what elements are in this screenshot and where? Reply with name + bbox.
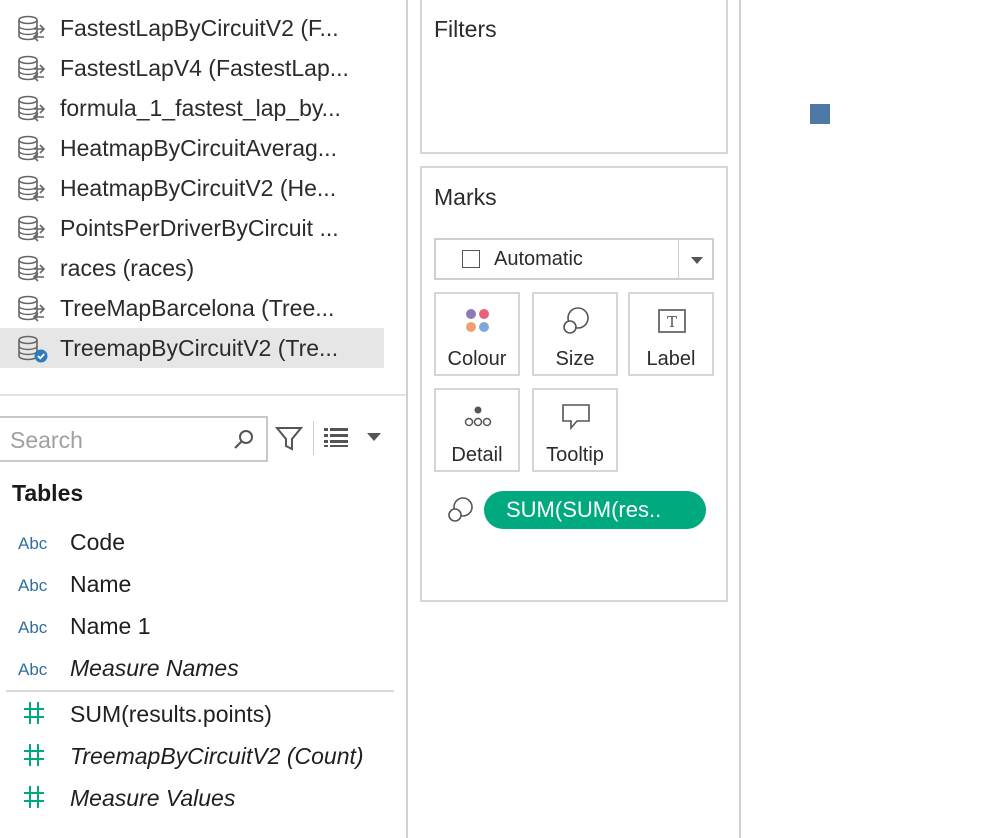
field-name: Name	[70, 571, 132, 597]
treemap-mark[interactable]	[810, 104, 830, 124]
divider	[6, 690, 394, 692]
data-source-label: FastestLapByCircuitV2 (F...	[60, 15, 339, 41]
active-data-source-icon	[18, 335, 48, 363]
detail-label: Detail	[451, 444, 503, 466]
field-name: Name 1	[70, 613, 151, 639]
field-dimension[interactable]: Abc Code	[0, 522, 400, 562]
data-source-label: TreemapByCircuitV2 (Tre...	[60, 335, 339, 361]
tooltip-icon	[562, 404, 590, 431]
field-name: Code	[70, 529, 125, 555]
abc-type-icon: Abc	[18, 576, 48, 595]
tooltip-button[interactable]: Tooltip	[532, 388, 618, 472]
view-canvas[interactable]	[741, 0, 1000, 838]
label-label: Label	[646, 348, 696, 370]
detail-button[interactable]: Detail	[434, 388, 520, 472]
search-input[interactable]	[10, 424, 220, 456]
tooltip-label: Tooltip	[546, 444, 604, 466]
chevron-down-icon[interactable]	[688, 254, 706, 266]
colour-label: Colour	[447, 348, 507, 370]
label-button[interactable]: T Label	[628, 292, 714, 376]
colour-icon	[466, 309, 489, 332]
data-source-label: PointsPerDriverByCircuit ...	[60, 215, 339, 241]
field-measure[interactable]: TreemapByCircuitV2 (Count)	[0, 736, 400, 776]
filters-title: Filters	[434, 16, 497, 42]
data-source-item[interactable]: HeatmapByCircuitAverag...	[0, 128, 384, 168]
size-label: Size	[555, 348, 595, 370]
mark-type-square-icon	[462, 250, 480, 268]
data-source-label: races (races)	[60, 255, 195, 281]
field-dimension[interactable]: Abc Measure Names	[0, 648, 400, 688]
marks-card: Marks	[420, 166, 728, 602]
list-view-icon[interactable]	[322, 425, 350, 449]
measure-type-icon	[24, 744, 44, 766]
detail-icon	[464, 406, 492, 427]
size-measure-pill[interactable]: SUM(SUM(res..	[484, 491, 706, 529]
abc-type-icon: Abc	[18, 660, 48, 679]
field-measure[interactable]: Measure Values	[0, 778, 400, 818]
svg-text:T: T	[667, 313, 677, 331]
data-source-item[interactable]: PointsPerDriverByCircuit ...	[0, 208, 384, 248]
field-measure[interactable]: SUM(results.points)	[0, 694, 400, 734]
data-source-label: HeatmapByCircuitV2 (He...	[60, 175, 337, 201]
filters-shelf[interactable]: Filters	[420, 0, 728, 154]
data-source-item-selected[interactable]: TreemapByCircuitV2 (Tre...	[0, 328, 384, 368]
data-source-item[interactable]: races (races)	[0, 248, 384, 288]
data-source-label: formula_1_fastest_lap_by...	[60, 95, 341, 121]
data-source-item[interactable]: formula_1_fastest_lap_by...	[0, 88, 384, 128]
filter-icon[interactable]	[274, 424, 304, 452]
label-icon: T	[658, 309, 686, 333]
data-source-item[interactable]: HeatmapByCircuitV2 (He...	[0, 168, 384, 208]
abc-type-icon: Abc	[18, 618, 48, 637]
data-source-icon	[18, 295, 46, 322]
data-pane: FastestLapByCircuitV2 (F... FastestLapV4…	[0, 0, 406, 838]
measure-type-icon	[24, 702, 44, 724]
field-name: SUM(results.points)	[70, 701, 272, 727]
data-source-icon	[18, 135, 46, 162]
data-source-icon	[18, 95, 46, 122]
data-source-icon	[18, 175, 46, 202]
data-source-icon	[18, 55, 46, 82]
chevron-down-icon[interactable]	[364, 430, 384, 444]
field-dimension[interactable]: Abc Name 1	[0, 606, 400, 646]
data-source-label: HeatmapByCircuitAverag...	[60, 135, 337, 161]
data-source-item[interactable]: FastestLapByCircuitV2 (F...	[0, 8, 384, 48]
size-icon	[448, 497, 473, 522]
data-source-icon	[18, 215, 46, 242]
colour-button[interactable]: Colour	[434, 292, 520, 376]
data-source-label: TreeMapBarcelona (Tree...	[60, 295, 335, 321]
data-source-label: FastestLapV4 (FastestLap...	[60, 55, 349, 81]
measure-type-icon	[24, 786, 44, 808]
data-source-item[interactable]: TreeMapBarcelona (Tree...	[0, 288, 384, 328]
data-source-icon	[18, 255, 46, 282]
tables-heading: Tables	[12, 480, 84, 506]
size-icon	[563, 307, 589, 334]
divider	[678, 240, 679, 278]
field-name: Measure Names	[70, 655, 239, 681]
divider	[313, 421, 314, 455]
field-name: Measure Values	[70, 785, 236, 811]
mark-type-label: Automatic	[494, 248, 583, 270]
data-source-item[interactable]: FastestLapV4 (FastestLap...	[0, 48, 384, 88]
size-button[interactable]: Size	[532, 292, 618, 376]
field-name: TreemapByCircuitV2 (Count)	[70, 743, 364, 769]
abc-type-icon: Abc	[18, 534, 48, 553]
data-source-icon	[18, 15, 46, 42]
search-icon[interactable]	[232, 428, 256, 452]
marks-title: Marks	[434, 184, 497, 210]
field-dimension[interactable]: Abc Name	[0, 564, 400, 604]
mark-type-dropdown[interactable]: Automatic	[434, 238, 714, 280]
search-box[interactable]	[0, 416, 268, 462]
divider	[0, 394, 406, 396]
